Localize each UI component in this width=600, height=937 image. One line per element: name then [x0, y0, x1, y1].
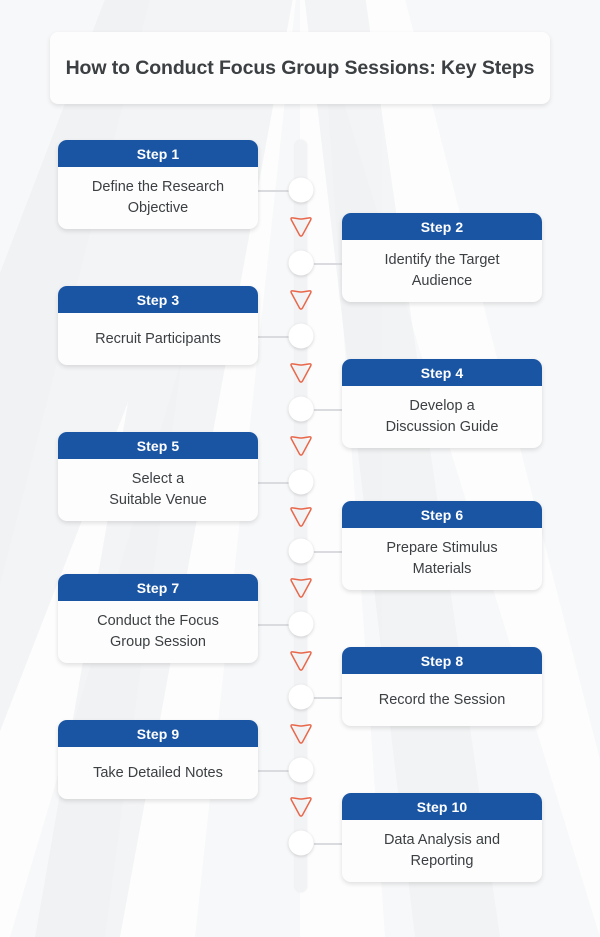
chevron-down-icon: [290, 362, 312, 383]
step-number-label-6: Step 6: [342, 501, 542, 528]
step-number-label-3: Step 3: [58, 286, 258, 313]
step-connector-10: [313, 843, 345, 845]
step-connector-2: [313, 263, 345, 265]
step-card-3[interactable]: Step 3 Recruit Participants: [58, 286, 258, 365]
step-connector-5: [255, 482, 289, 484]
step-description-10: Data Analysis and Reporting: [383, 832, 501, 869]
timeline-node-5[interactable]: [288, 469, 314, 495]
step-connector-6: [313, 551, 345, 553]
chevron-down-icon: [290, 435, 312, 456]
chevron-down-icon: [290, 289, 312, 310]
step-description-5: Select a Suitable Venue: [109, 471, 207, 508]
timeline-node-1[interactable]: [288, 177, 314, 203]
step-description-9: Take Detailed Notes: [93, 764, 223, 781]
step-card-10[interactable]: Step 10 Data Analysis and Reporting: [342, 793, 542, 882]
infographic-title-card: How to Conduct Focus Group Sessions: Key…: [50, 32, 550, 104]
step-card-2[interactable]: Step 2 Identify the Target Audience: [342, 213, 542, 302]
step-number-label-8: Step 8: [342, 647, 542, 674]
timeline-node-9[interactable]: [288, 757, 314, 783]
step-connector-1: [255, 190, 289, 192]
page-title: How to Conduct Focus Group Sessions: Key…: [65, 56, 535, 79]
step-card-5[interactable]: Step 5 Select a Suitable Venue: [58, 432, 258, 521]
step-connector-9: [255, 770, 289, 772]
step-description-8: Record the Session: [378, 691, 506, 708]
step-card-1[interactable]: Step 1 Define the Research Objective: [58, 140, 258, 229]
step-number-label-9: Step 9: [58, 720, 258, 747]
timeline-node-3[interactable]: [288, 323, 314, 349]
step-description-2: Identify the Target Audience: [384, 252, 500, 289]
step-card-4[interactable]: Step 4 Develop a Discussion Guide: [342, 359, 542, 448]
step-number-label-4: Step 4: [342, 359, 542, 386]
step-description-7: Conduct the Focus Group Session: [97, 613, 219, 650]
step-number-label-5: Step 5: [58, 432, 258, 459]
step-number-label-1: Step 1: [58, 140, 258, 167]
step-number-label-7: Step 7: [58, 574, 258, 601]
step-description-4: Develop a Discussion Guide: [385, 398, 499, 435]
step-card-8[interactable]: Step 8 Record the Session: [342, 647, 542, 726]
timeline-node-6[interactable]: [288, 538, 314, 564]
step-connector-4: [313, 409, 345, 411]
step-card-7[interactable]: Step 7 Conduct the Focus Group Session: [58, 574, 258, 663]
step-number-label-2: Step 2: [342, 213, 542, 240]
chevron-down-icon: [290, 723, 312, 744]
step-description-6: Prepare Stimulus Materials: [386, 540, 498, 577]
timeline-node-4[interactable]: [288, 396, 314, 422]
timeline-node-7[interactable]: [288, 611, 314, 637]
step-card-6[interactable]: Step 6 Prepare Stimulus Materials: [342, 501, 542, 590]
step-description-3: Recruit Participants: [95, 330, 221, 347]
chevron-down-icon: [290, 506, 312, 527]
chevron-down-icon: [290, 650, 312, 671]
timeline-node-2[interactable]: [288, 250, 314, 276]
timeline-node-10[interactable]: [288, 830, 314, 856]
chevron-down-icon: [290, 577, 312, 598]
step-card-9[interactable]: Step 9 Take Detailed Notes: [58, 720, 258, 799]
chevron-down-icon: [290, 796, 312, 817]
step-description-1: Define the Research Objective: [91, 179, 225, 216]
step-connector-8: [313, 697, 345, 699]
step-number-label-10: Step 10: [342, 793, 542, 820]
timeline-node-8[interactable]: [288, 684, 314, 710]
step-connector-3: [255, 336, 289, 338]
chevron-down-icon: [290, 216, 312, 237]
step-connector-7: [255, 624, 289, 626]
